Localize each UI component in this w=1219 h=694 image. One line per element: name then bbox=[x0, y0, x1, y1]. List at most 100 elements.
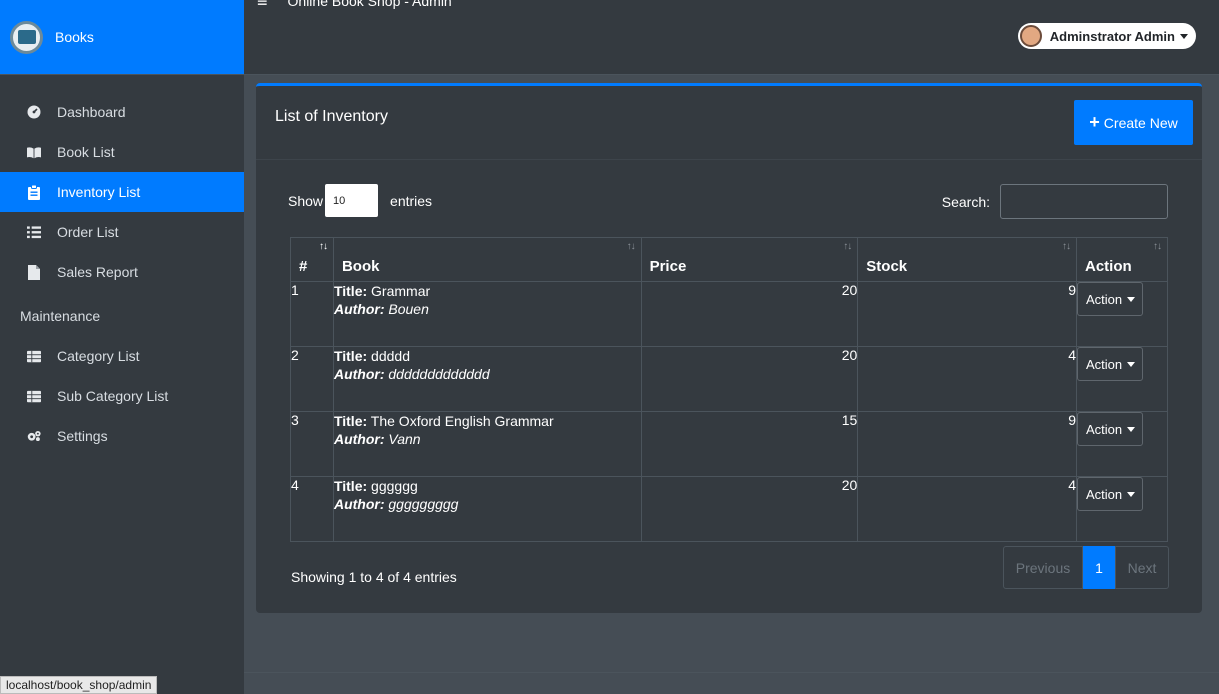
sidebar-item-dashboard[interactable]: Dashboard bbox=[0, 92, 244, 132]
action-dropdown-button[interactable]: Action bbox=[1077, 282, 1143, 316]
top-navbar: ≡ Online Book Shop - Admin Adminstrator … bbox=[244, 0, 1219, 75]
caret-down-icon bbox=[1127, 296, 1136, 302]
sidebar-item-label: Sub Category List bbox=[57, 388, 169, 404]
pagination-page-1[interactable]: 1 bbox=[1083, 546, 1115, 589]
sort-icon: ↑↓ bbox=[1062, 241, 1071, 252]
column-header-price[interactable]: Price ↑↓ bbox=[640, 237, 859, 282]
book-cell: Title: Grammar Author: Bouen bbox=[332, 281, 642, 347]
pagination-next[interactable]: Next bbox=[1115, 546, 1169, 589]
book-title: gggggg bbox=[371, 478, 418, 494]
stock-cell: 9 bbox=[857, 281, 1077, 347]
inventory-card: List of Inventory + Create New Show 10 e… bbox=[256, 83, 1202, 613]
search-input[interactable] bbox=[1000, 184, 1168, 219]
table-row: 3 Title: The Oxford English Grammar Auth… bbox=[290, 411, 1168, 477]
sidebar-item-label: Inventory List bbox=[57, 184, 141, 200]
sidebar-item-label: Dashboard bbox=[57, 104, 126, 120]
book-title: The Oxford English Grammar bbox=[370, 413, 554, 429]
book-cell: Title: The Oxford English Grammar Author… bbox=[332, 411, 642, 477]
card-header: List of Inventory + Create New bbox=[256, 86, 1202, 160]
sidebar-nav: Dashboard Book List Inventory List Order… bbox=[0, 75, 244, 456]
price-cell: 15 bbox=[640, 411, 859, 477]
search-control: Search: bbox=[942, 184, 1168, 219]
cogs-icon bbox=[27, 429, 41, 443]
book-author: Bouen bbox=[388, 301, 429, 317]
caret-down-icon bbox=[1127, 426, 1136, 432]
table-info: Showing 1 to 4 of 4 entries bbox=[291, 569, 457, 585]
column-header-action[interactable]: Action ↑↓ bbox=[1076, 237, 1168, 282]
sort-icon: ↑↓ bbox=[843, 241, 852, 252]
column-header-number[interactable]: # ↑↓ bbox=[290, 237, 334, 282]
file-icon bbox=[27, 264, 41, 280]
book-author: ddddddddddddd bbox=[388, 366, 490, 382]
price-cell: 20 bbox=[640, 281, 859, 347]
action-dropdown-button[interactable]: Action bbox=[1077, 477, 1143, 511]
action-dropdown-button[interactable]: Action bbox=[1077, 412, 1143, 446]
sidebar-item-label: Settings bbox=[57, 428, 108, 444]
table-icon bbox=[27, 389, 41, 403]
page-title: List of Inventory bbox=[275, 108, 388, 125]
search-label: Search: bbox=[941, 193, 990, 210]
sidebar-item-label: Book List bbox=[57, 144, 115, 160]
brand-link[interactable]: Books bbox=[0, 0, 244, 75]
sidebar-item-label: Sales Report bbox=[57, 264, 138, 280]
sort-icon: ↑↓ bbox=[318, 241, 328, 252]
book-author: Vann bbox=[388, 431, 421, 447]
row-number: 3 bbox=[290, 411, 334, 477]
caret-down-icon bbox=[1127, 361, 1136, 367]
sidebar-item-label: Order List bbox=[57, 224, 119, 240]
inventory-table: # ↑↓ Book ↑↓ Price ↑↓ Stock ↑↓ Action ↑↓ 1 Ti… bbox=[290, 237, 1168, 542]
book-cell: Title: gggggg Author: ggggggggg bbox=[332, 476, 642, 542]
create-new-button[interactable]: + Create New bbox=[1074, 100, 1193, 145]
footer-divider bbox=[244, 672, 1219, 673]
sort-icon: ↑↓ bbox=[1153, 241, 1162, 252]
status-bar-url: localhost/book_shop/admin bbox=[0, 676, 158, 694]
book-title: ddddd bbox=[371, 348, 410, 364]
price-cell: 20 bbox=[640, 476, 859, 542]
brand-text: Books bbox=[55, 29, 94, 45]
plus-icon: + bbox=[1089, 112, 1100, 132]
clipboard-icon bbox=[27, 184, 41, 200]
column-header-stock[interactable]: Stock ↑↓ bbox=[857, 237, 1077, 282]
pagination: Previous 1 Next bbox=[1003, 546, 1169, 589]
sidebar-item-book-list[interactable]: Book List bbox=[0, 132, 244, 172]
sidebar-item-label: Category List bbox=[57, 348, 140, 364]
sort-icon: ↑↓ bbox=[626, 241, 636, 252]
price-cell: 20 bbox=[640, 346, 859, 412]
sidebar-item-inventory-list[interactable]: Inventory List bbox=[0, 172, 244, 212]
book-author: ggggggggg bbox=[388, 496, 459, 512]
stock-cell: 4 bbox=[857, 346, 1077, 412]
user-name: Adminstrator Admin bbox=[1049, 28, 1175, 44]
caret-down-icon bbox=[1127, 491, 1136, 497]
action-dropdown-button[interactable]: Action bbox=[1077, 347, 1143, 381]
column-header-book[interactable]: Book ↑↓ bbox=[332, 237, 642, 282]
brand-logo-icon bbox=[10, 20, 43, 54]
stock-cell: 9 bbox=[857, 411, 1077, 477]
tachometer-icon bbox=[27, 105, 41, 119]
row-number: 1 bbox=[290, 281, 334, 347]
book-icon bbox=[27, 145, 41, 159]
create-new-label: Create New bbox=[1103, 114, 1178, 131]
entries-select[interactable]: 10 bbox=[325, 184, 379, 217]
book-cell: Title: ddddd Author: ddddddddddddd bbox=[332, 346, 642, 412]
hamburger-menu-icon[interactable]: ≡ bbox=[257, 0, 268, 12]
pagination-previous[interactable]: Previous bbox=[1003, 546, 1083, 589]
entries-length-control: Show 10 entries bbox=[288, 184, 432, 217]
table-row: 1 Title: Grammar Author: Bouen 20 9 Acti… bbox=[290, 281, 1168, 347]
sidebar-item-category-list[interactable]: Category List bbox=[0, 336, 244, 376]
user-menu-dropdown[interactable]: Adminstrator Admin bbox=[1017, 23, 1196, 49]
table-row: 4 Title: gggggg Author: ggggggggg 20 4 A… bbox=[290, 476, 1168, 542]
table-row: 2 Title: ddddd Author: ddddddddddddd 20 … bbox=[290, 346, 1168, 412]
row-number: 2 bbox=[290, 346, 334, 412]
list-icon bbox=[27, 225, 41, 239]
sidebar: Books Dashboard Book List Inventory List… bbox=[0, 0, 244, 694]
caret-down-icon bbox=[1180, 33, 1188, 39]
sidebar-item-sub-category-list[interactable]: Sub Category List bbox=[0, 376, 244, 416]
sidebar-item-order-list[interactable]: Order List bbox=[0, 212, 244, 252]
stock-cell: 4 bbox=[857, 476, 1077, 542]
sidebar-item-settings[interactable]: Settings bbox=[0, 416, 244, 456]
sidebar-item-sales-report[interactable]: Sales Report bbox=[0, 252, 244, 292]
sidebar-section-header: Maintenance bbox=[20, 308, 101, 324]
row-number: 4 bbox=[290, 476, 334, 542]
show-label: Show bbox=[288, 192, 324, 209]
avatar bbox=[1019, 25, 1042, 47]
